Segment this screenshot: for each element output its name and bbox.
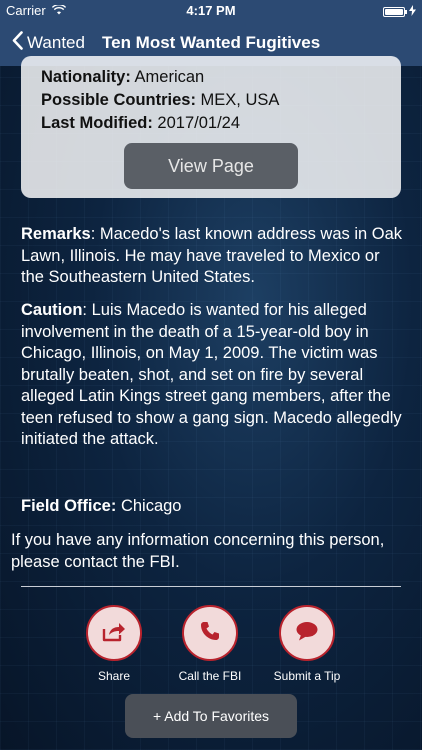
back-label: Wanted xyxy=(27,33,85,52)
call-fbi-button[interactable]: Call the FBI xyxy=(160,605,260,683)
last-modified-row: Last Modified: 2017/01/24 xyxy=(41,114,240,133)
share-label: Share xyxy=(97,669,131,683)
call-circle[interactable] xyxy=(182,605,238,661)
tip-label: Submit a Tip xyxy=(273,669,341,683)
share-button[interactable]: Share xyxy=(64,605,164,683)
divider xyxy=(21,586,401,587)
share-icon xyxy=(102,620,126,647)
phone-icon xyxy=(199,620,221,647)
clock: 4:17 PM xyxy=(186,3,236,18)
possible-countries-value: MEX, USA xyxy=(200,91,280,109)
caution-label: Caution xyxy=(21,301,83,319)
add-to-favorites-button[interactable]: + Add To Favorites xyxy=(125,694,297,738)
remarks-label: Remarks xyxy=(21,225,91,243)
status-bar: Carrier 4:17 PM xyxy=(0,0,422,20)
remarks-paragraph: Remarks: Macedo's last known address was… xyxy=(21,224,406,289)
details-card: Nationality: American Possible Countries… xyxy=(21,56,401,198)
battery-icon xyxy=(383,6,407,17)
caution-paragraph: Caution: Luis Macedo is wanted for his a… xyxy=(21,300,406,451)
speech-bubble-icon xyxy=(295,620,319,647)
nationality-label: Nationality: xyxy=(41,68,131,86)
field-office-value: Chicago xyxy=(120,497,182,515)
call-label: Call the FBI xyxy=(178,669,242,683)
charging-icon xyxy=(409,4,416,19)
view-page-button[interactable]: View Page xyxy=(124,143,298,189)
share-circle[interactable] xyxy=(86,605,142,661)
field-office-label: Field Office: xyxy=(21,497,117,515)
nationality-value: American xyxy=(134,68,205,86)
back-button[interactable]: Wanted xyxy=(12,31,85,55)
submit-tip-button[interactable]: Submit a Tip xyxy=(257,605,357,683)
chevron-left-icon xyxy=(12,31,23,55)
possible-countries-row: Possible Countries: MEX, USA xyxy=(41,91,279,110)
caution-text: : Luis Macedo is wanted for his alleged … xyxy=(21,301,402,448)
possible-countries-label: Possible Countries: xyxy=(41,91,196,109)
last-modified-label: Last Modified: xyxy=(41,114,153,132)
status-right xyxy=(383,4,416,19)
tip-circle[interactable] xyxy=(279,605,335,661)
last-modified-value: 2017/01/24 xyxy=(157,114,241,132)
contact-text: If you have any information concerning t… xyxy=(11,531,385,571)
page-title: Ten Most Wanted Fugitives xyxy=(102,33,321,52)
nationality-row: Nationality: American xyxy=(41,68,204,87)
field-office-row: Field Office: Chicago xyxy=(21,496,406,518)
